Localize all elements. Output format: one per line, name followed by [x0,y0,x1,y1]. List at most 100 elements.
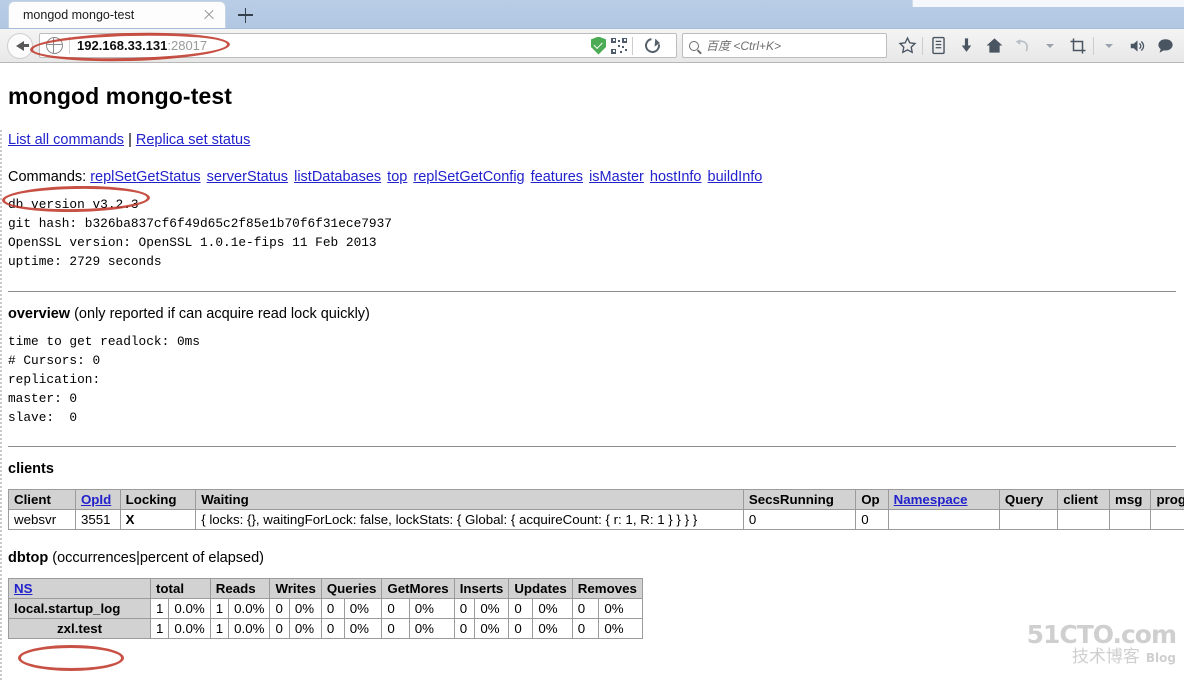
clients-cell-msg [1109,509,1152,531]
clients-col-link-namespace[interactable]: Namespace [894,492,968,507]
clients-cell-locking: X [119,509,197,531]
undo-dropdown-caret-icon[interactable] [1037,33,1063,59]
clients-heading-bold: clients [8,461,54,478]
dbtop-cell-count: 0 [381,598,410,620]
clients-col-query: Query [998,489,1059,511]
url-divider [69,37,70,54]
watermark: 51CTO.com 技术博客 Blog [1027,622,1177,668]
dbtop-table-header-row: NS total Reads Writes Queries GetMores Inserts… [8,578,643,600]
command-replsetgetstatus[interactable]: replSetGetStatus [90,169,200,185]
url-host: 192.168.33.131 [77,38,168,53]
dbtop-cell-percent: 0% [408,618,455,640]
toolbar-divider [1093,36,1094,55]
command-buildinfo[interactable]: buildInfo [708,169,763,185]
home-icon[interactable] [981,33,1007,59]
toolbar-icon-group [890,33,1178,59]
qr-code-icon[interactable] [611,37,627,54]
overview-heading-bold: overview [8,305,71,322]
dbtop-col-inserts: Inserts [453,578,510,600]
search-bar[interactable]: 百度 <Ctrl+K> [682,33,887,58]
new-tab-button[interactable] [232,4,258,26]
command-features[interactable]: features [531,169,583,185]
dbtop-cell-percent: 0% [474,618,510,640]
screenshot-dropdown-caret-icon[interactable] [1096,33,1122,59]
page-content: mongod mongo-test List all commands | Re… [0,65,1184,680]
dbtop-cell-percent: 0.0% [228,618,271,640]
dbtop-col-writes: Writes [269,578,322,600]
clients-col-locking: Locking [119,489,197,511]
clients-col-namespace: Namespace [887,489,1000,511]
url-port: :28017 [167,38,208,53]
command-ismaster[interactable]: isMaster [589,169,644,185]
table-row: local.startup_log 1 0.0% 1 0.0% 0 0% 0 0% 0 0% 0 0% 0… [8,598,643,620]
screenshot-crop-icon[interactable] [1065,33,1091,59]
link-list-all-commands[interactable]: List all commands [8,132,124,148]
divider-above-overview [8,290,1176,292]
dbtop-cell-ns: local.startup_log [8,598,151,620]
link-replica-set-status[interactable]: Replica set status [136,132,250,148]
version-info-block: db version v3.2.3 git hash: b326ba837cf6… [8,197,392,269]
navigation-toolbar: 192.168.33.131:28017 百度 <Ctrl+K> [0,29,1184,63]
chat-bubble-icon[interactable] [1152,33,1178,59]
dbtop-cell-count: 0 [571,618,600,640]
dbtop-col-queries: Queries [320,578,383,600]
back-arrow-icon [7,32,33,59]
star-bookmark-icon[interactable] [894,33,920,59]
clients-col-opid: OpId [74,489,121,511]
dbtop-cell-count: 0 [508,598,534,620]
dbtop-cell-count: 0 [571,598,600,620]
clients-col-secsrunning: SecsRunning [742,489,857,511]
library-icon[interactable] [925,33,951,59]
dbtop-heading-rest: (occurrences|percent of elapsed) [48,550,265,567]
download-icon[interactable] [953,33,979,59]
clients-cell-progress [1150,509,1184,531]
watermark-line2: 技术博客 Blog [1027,648,1176,668]
url-text: 192.168.33.131:28017 [77,38,207,53]
dbtop-cell-percent: 0% [474,598,510,620]
dbtop-cell-count: 1 [209,598,230,620]
dbtop-cell-count: 0 [269,618,290,640]
dbtop-cell-count: 1 [209,618,230,640]
search-placeholder: 百度 <Ctrl+K> [706,39,782,53]
command-top[interactable]: top [387,169,407,185]
clients-col-msg: msg [1109,489,1152,511]
dbtop-cell-percent: 0% [343,598,383,620]
dbtop-cell-count: 1 [149,598,170,620]
dbtop-col-updates: Updates [508,578,573,600]
dbtop-cell-percent: 0.0% [168,598,211,620]
close-icon[interactable] [201,7,217,23]
clients-cell-waiting: { locks: {}, waitingForLock: false, lock… [195,509,744,531]
back-button[interactable] [6,32,34,59]
command-hostinfo[interactable]: hostInfo [650,169,702,185]
clients-col-link-opid[interactable]: OpId [81,492,111,507]
clients-col-client: client [1057,489,1111,511]
dbtop-cell-count: 1 [149,618,170,640]
watermark-blog: Blog [1145,651,1176,666]
command-serverstatus[interactable]: serverStatus [207,169,288,185]
clients-cell-opid: 3551 [74,509,121,531]
tab-strip: mongod mongo-test [0,0,1184,29]
volume-icon[interactable] [1124,33,1150,59]
clients-cell-client [1057,509,1111,531]
page-title: mongod mongo-test [8,83,232,109]
commands-label: Commands: [8,169,87,185]
dbtop-cell-percent: 0.0% [228,598,271,620]
dbtop-col-ns: NS [8,578,151,600]
dbtop-col-reads: Reads [209,578,271,600]
toolbar-divider [632,36,633,55]
dbtop-col-link-ns[interactable]: NS [14,581,32,596]
clients-col-client: Client [8,489,76,511]
undo-icon[interactable] [1009,33,1035,59]
dbtop-heading-bold: dbtop [8,550,49,567]
url-bar[interactable]: 192.168.33.131:28017 [39,33,677,58]
command-replsetgetconfig[interactable]: replSetGetConfig [413,169,524,185]
command-listdatabases[interactable]: listDatabases [294,169,381,185]
watermark-cn: 技术博客 [1071,647,1140,668]
overview-heading: overview (only reported if can acquire r… [8,306,1176,322]
clients-cell-query [998,509,1059,531]
toolbar-divider [922,36,923,55]
tab-mongod-mongo-test[interactable]: mongod mongo-test [8,1,226,28]
reload-button[interactable] [638,33,666,59]
shield-icon[interactable] [591,36,606,55]
clients-cell-client: websvr [8,509,76,531]
